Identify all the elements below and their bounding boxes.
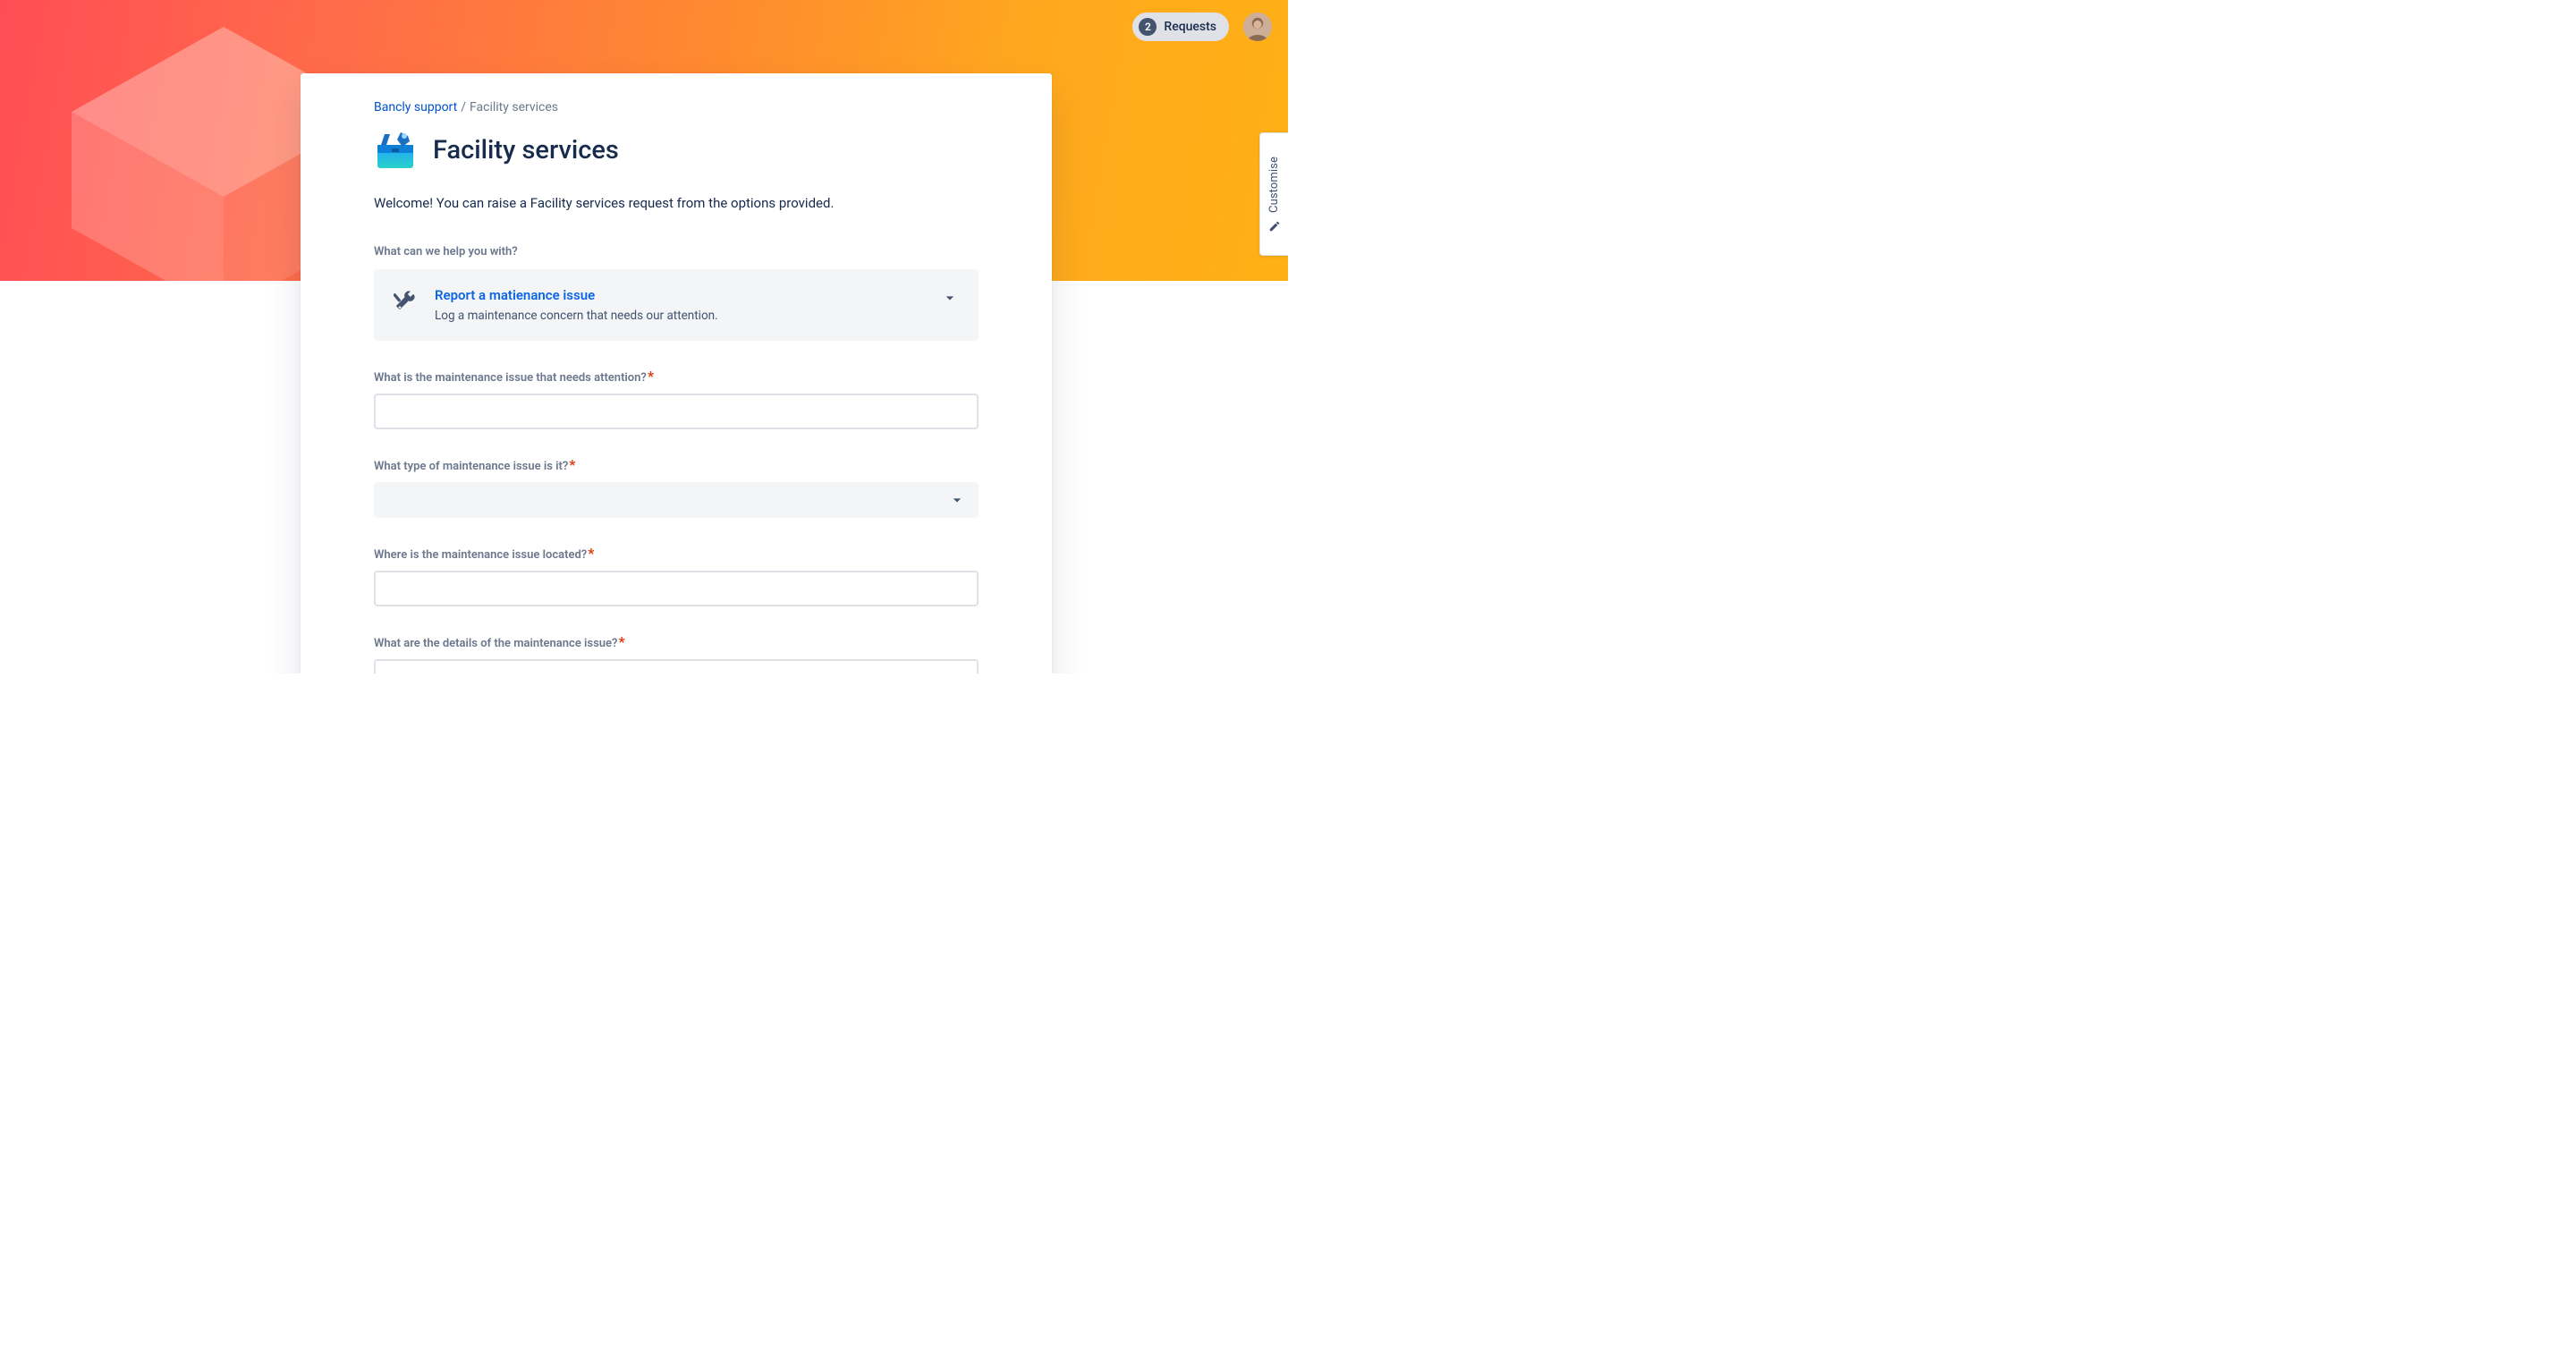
- issue-location-label: Where is the maintenance issue located?: [374, 548, 587, 562]
- request-type-selector[interactable]: Report a matienance issue Log a maintena…: [374, 269, 979, 341]
- requests-label: Requests: [1164, 20, 1216, 34]
- breadcrumb-separator: /: [461, 100, 466, 114]
- issue-details-label: What are the details of the maintenance …: [374, 637, 617, 650]
- chevron-down-icon: [948, 491, 966, 509]
- breadcrumb-current: Facility services: [470, 100, 558, 114]
- welcome-text: Welcome! You can raise a Facility servic…: [374, 195, 979, 211]
- user-avatar[interactable]: [1243, 13, 1272, 41]
- customise-tab[interactable]: Customise: [1259, 132, 1288, 256]
- required-marker: *: [569, 456, 575, 473]
- page-title: Facility services: [433, 135, 619, 165]
- toolbox-icon: [374, 131, 417, 170]
- pencil-icon: [1268, 219, 1281, 232]
- required-marker: *: [588, 545, 594, 562]
- issue-summary-label: What is the maintenance issue that needs…: [374, 371, 647, 385]
- request-form-card: Bancly support / Facility services: [301, 73, 1052, 674]
- issue-type-label: What type of maintenance issue is it?: [374, 460, 568, 473]
- issue-location-input[interactable]: [374, 571, 979, 606]
- breadcrumb-root-link[interactable]: Bancly support: [374, 100, 457, 114]
- required-marker: *: [618, 633, 624, 650]
- requests-count-badge: 2: [1139, 18, 1157, 36]
- requests-button[interactable]: 2 Requests: [1132, 13, 1229, 41]
- wrench-screwdriver-icon: [394, 289, 417, 312]
- request-type-title: Report a matienance issue: [435, 287, 923, 303]
- chevron-down-icon: [941, 289, 959, 307]
- request-type-description: Log a maintenance concern that needs our…: [435, 309, 923, 323]
- customise-tab-label: Customise: [1267, 157, 1281, 213]
- help-section-label: What can we help you with?: [374, 245, 979, 258]
- issue-summary-input[interactable]: [374, 394, 979, 429]
- required-marker: *: [648, 368, 654, 385]
- issue-type-select[interactable]: [374, 482, 979, 518]
- issue-details-textarea[interactable]: [374, 659, 979, 674]
- breadcrumb: Bancly support / Facility services: [374, 100, 979, 114]
